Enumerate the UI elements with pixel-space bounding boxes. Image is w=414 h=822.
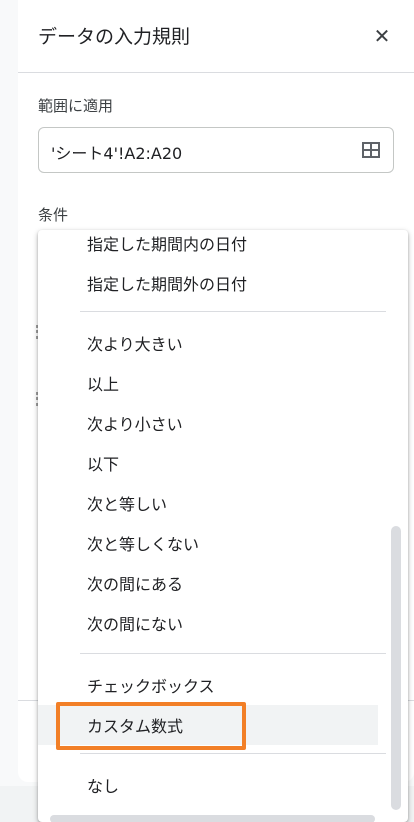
menu-item-between[interactable]: 次の間にある (38, 563, 378, 603)
menu-item-less-than[interactable]: 次より小さい (38, 403, 378, 443)
header-divider (18, 72, 414, 73)
menu-separator (80, 753, 386, 754)
panel-title: データの入力規則 (38, 26, 191, 48)
select-range-grid-icon[interactable] (361, 140, 381, 160)
range-input[interactable]: 'シート4'!A2:A20 (51, 140, 182, 164)
menu-scrollbar[interactable] (391, 526, 401, 810)
menu-item-not-equal[interactable]: 次と等しくない (38, 523, 378, 563)
menu-item-greater-than[interactable]: 次より大きい (38, 323, 378, 363)
menu-item-checkbox[interactable]: チェックボックス (38, 665, 378, 705)
condition-label: 条件 (38, 206, 69, 224)
menu-item-date-outside[interactable]: 指定した期間外の日付 (38, 263, 378, 303)
menu-separator (80, 311, 386, 312)
menu-horizontal-scrollbar[interactable] (50, 815, 375, 822)
range-field[interactable]: 'シート4'!A2:A20 (38, 127, 394, 173)
menu-item-custom-formula[interactable]: カスタム数式 (38, 705, 378, 745)
menu-item-equal[interactable]: 次と等しい (38, 483, 378, 523)
menu-separator (80, 653, 386, 654)
menu-item-date-within[interactable]: 指定した期間内の日付 (38, 230, 378, 263)
condition-dropdown-menu: 指定した期間内の日付 指定した期間外の日付 次より大きい 以上 次より小さい 以… (38, 230, 408, 822)
menu-item-not-between[interactable]: 次の間にない (38, 603, 378, 643)
menu-item-greater-or-equal[interactable]: 以上 (38, 363, 378, 403)
close-icon[interactable]: ✕ (368, 22, 396, 50)
menu-item-none[interactable]: なし (38, 765, 378, 805)
menu-item-less-or-equal[interactable]: 以下 (38, 443, 378, 483)
range-label: 範囲に適用 (38, 97, 114, 115)
